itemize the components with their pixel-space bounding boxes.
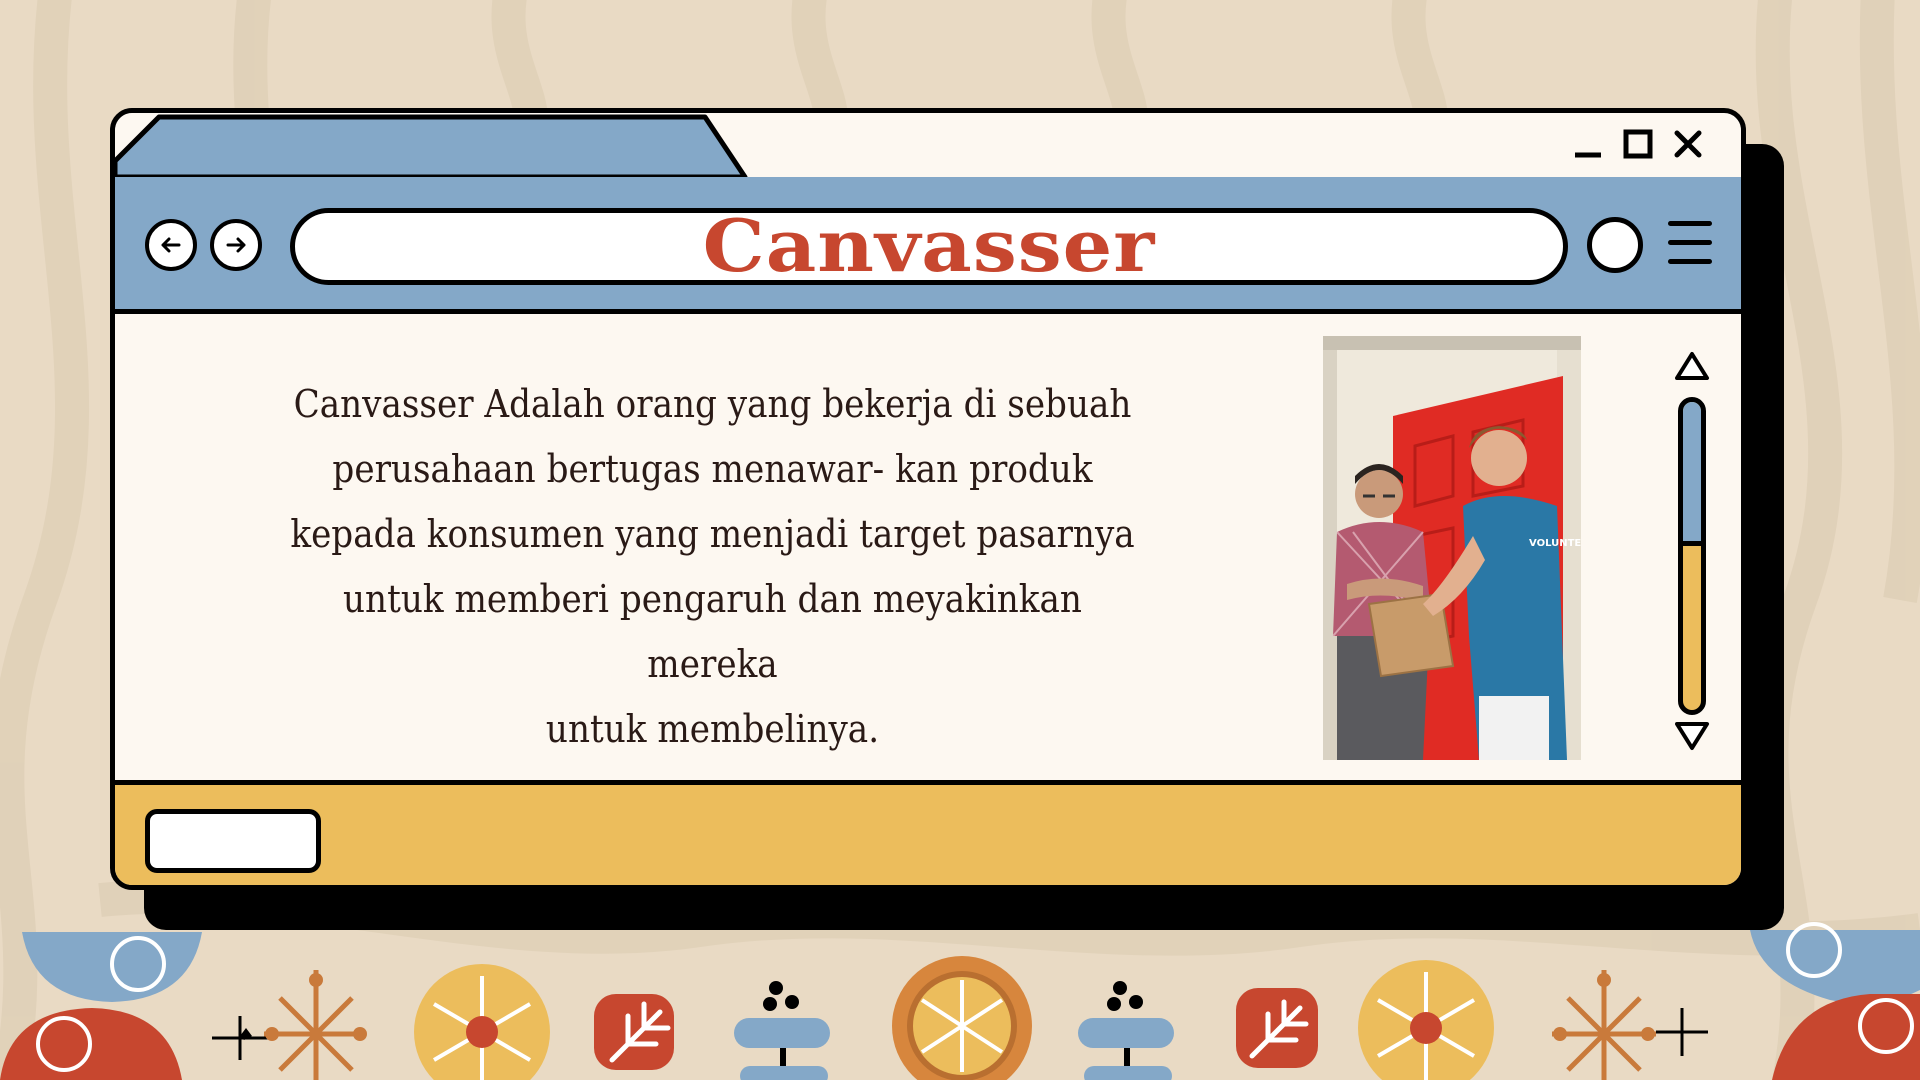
description-text: Canvasser Adalah orang yang bekerja di s…	[283, 372, 1143, 762]
text-line: untuk membelinya.	[545, 707, 880, 751]
status-bar	[115, 780, 1741, 885]
text-line: kepada konsumen yang menjadi target pasa…	[290, 512, 1135, 556]
page-title: Canvasser	[702, 204, 1156, 288]
content-area: Canvasser Adalah orang yang bekerja di s…	[115, 314, 1741, 760]
maximize-icon[interactable]	[1621, 127, 1655, 161]
hamburger-menu-icon[interactable]	[1668, 221, 1716, 267]
canvasser-photo: VOLUNTEER	[1323, 336, 1581, 760]
browser-window: Canvasser Canvasser Adalah orang yang be…	[110, 108, 1746, 890]
shirt-text: VOLUNTEER	[1529, 538, 1581, 549]
forward-button[interactable]	[210, 219, 262, 271]
scrollbar-track[interactable]	[1678, 397, 1706, 715]
text-line: Canvasser Adalah orang yang bekerja di s…	[293, 382, 1132, 426]
back-button[interactable]	[145, 219, 197, 271]
circle-button[interactable]	[1587, 217, 1643, 273]
status-button[interactable]	[145, 809, 321, 873]
scrollbar-thumb[interactable]	[1683, 402, 1701, 546]
scroll-up-arrow-icon[interactable]	[1673, 350, 1711, 384]
browser-tab[interactable]	[115, 113, 755, 183]
close-icon[interactable]	[1671, 127, 1705, 161]
minimize-icon[interactable]	[1571, 127, 1605, 161]
decorative-footer	[0, 922, 1920, 1080]
arrow-right-icon	[226, 237, 246, 253]
window-controls	[1571, 127, 1705, 161]
scroll-down-arrow-icon[interactable]	[1673, 718, 1711, 752]
text-line: untuk memberi pengaruh dan meyakinkan me…	[343, 577, 1082, 686]
text-line: perusahaan bertugas menawar- kan produk	[332, 447, 1093, 491]
url-field[interactable]: Canvasser	[290, 208, 1568, 285]
arrow-left-icon	[161, 237, 181, 253]
address-bar: Canvasser	[115, 177, 1741, 314]
